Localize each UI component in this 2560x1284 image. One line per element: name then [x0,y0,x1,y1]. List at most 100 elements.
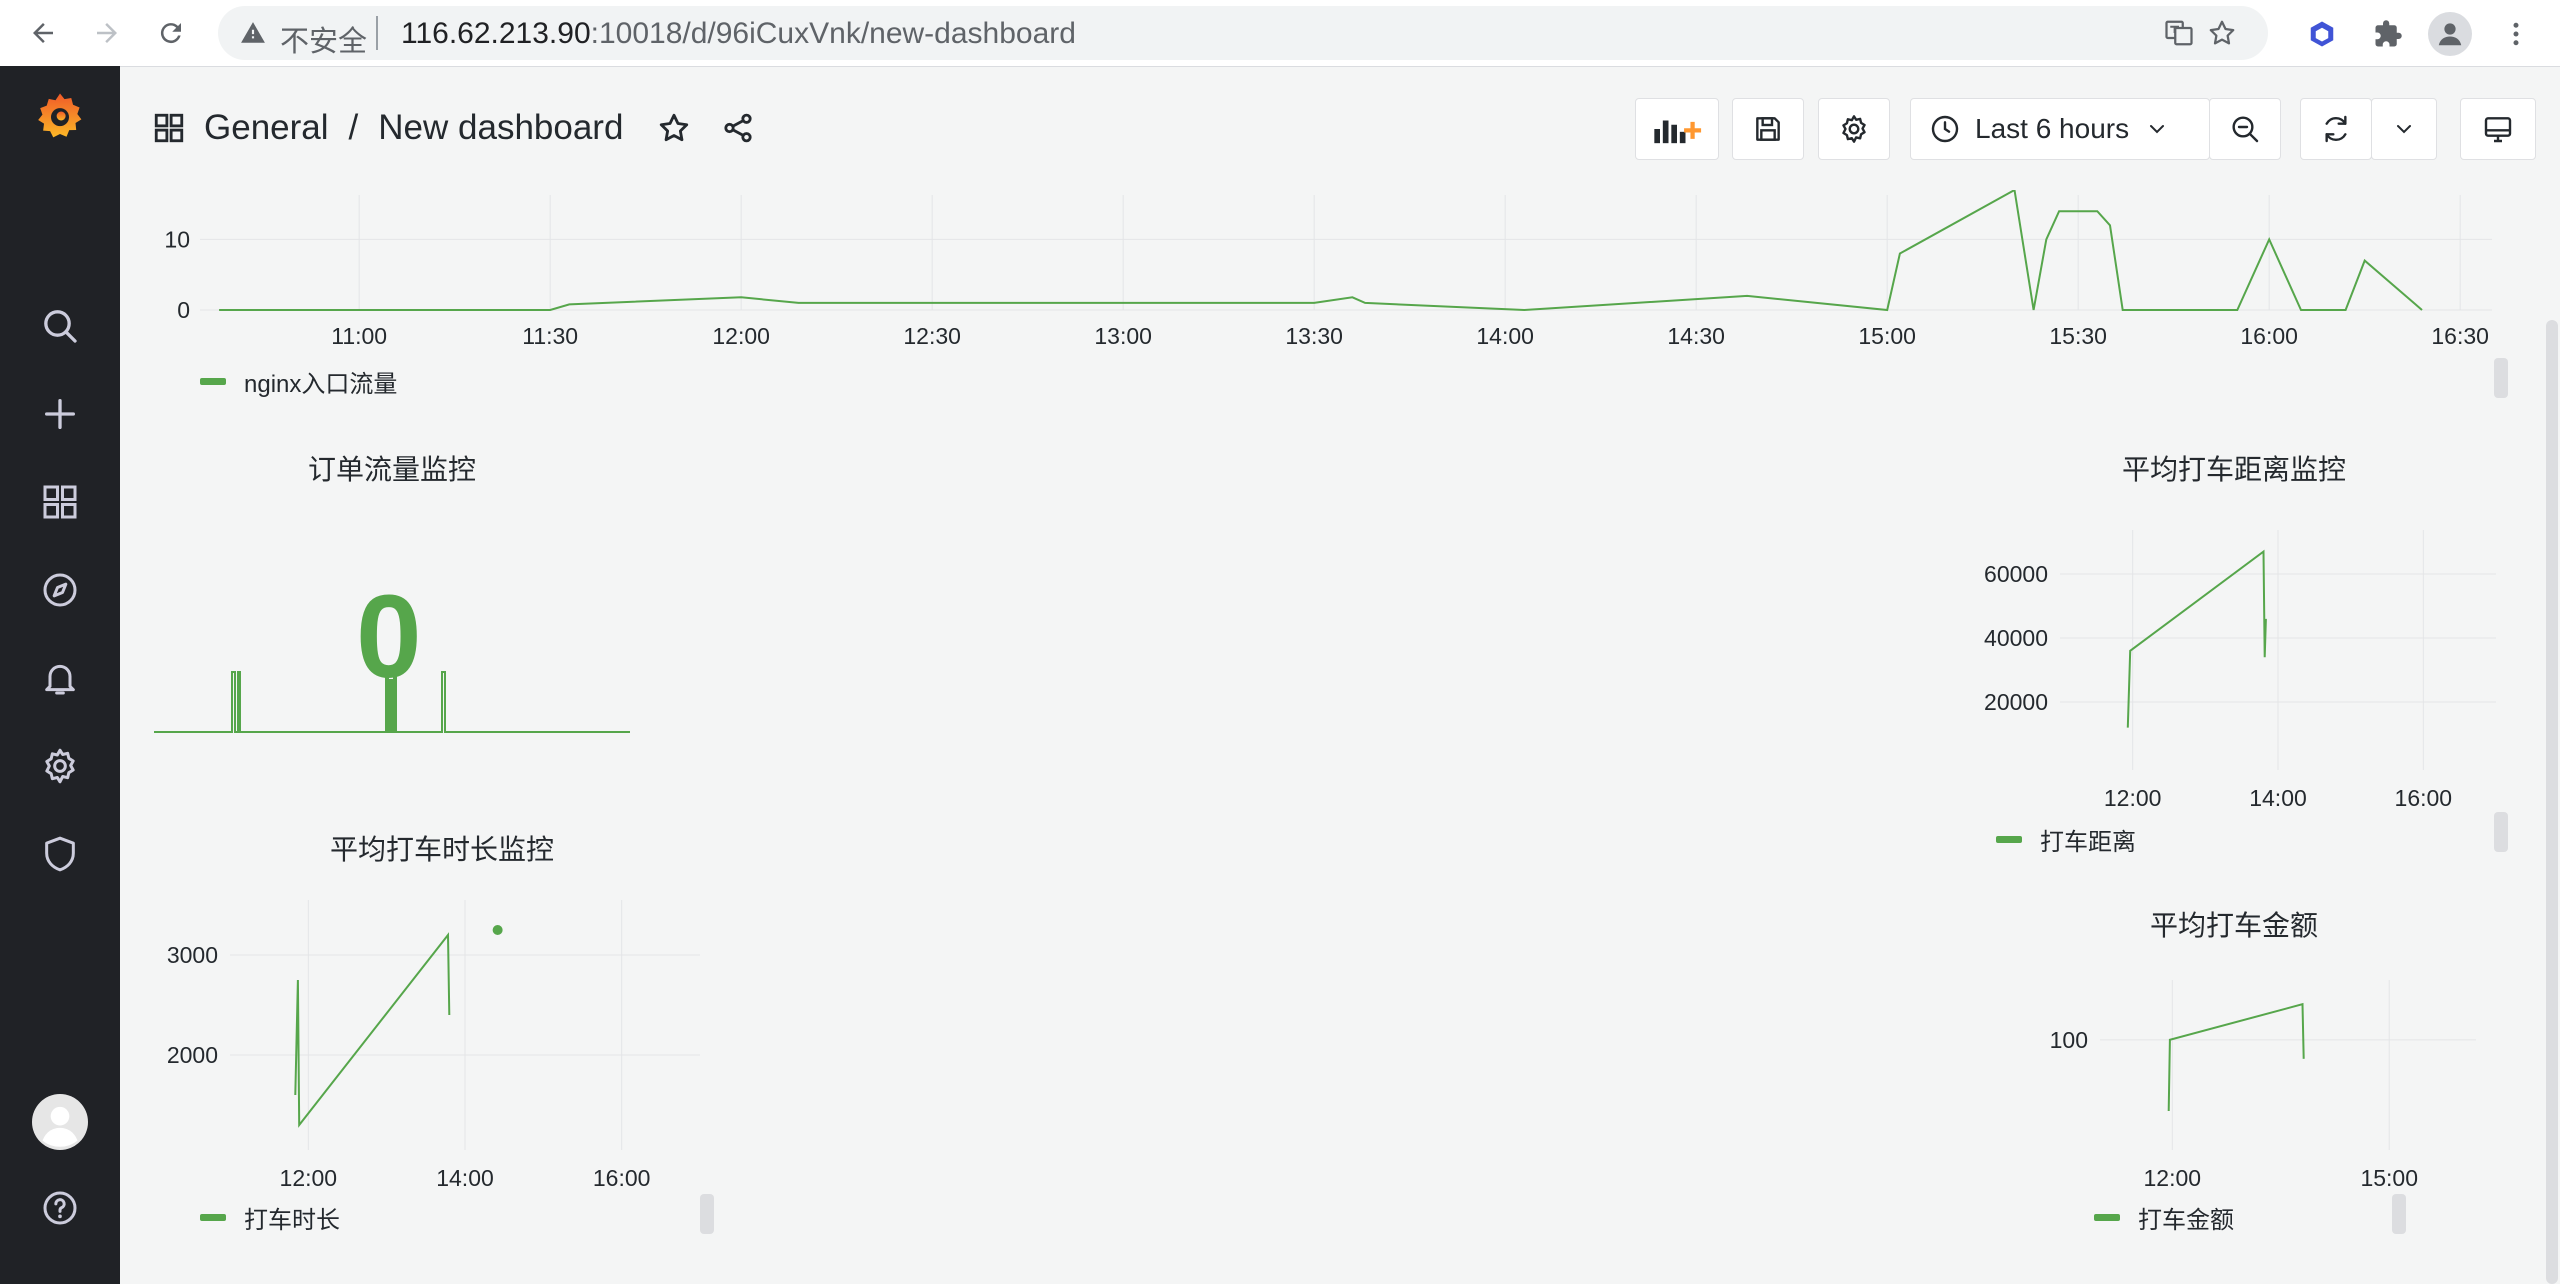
panel-scrollbar[interactable] [700,1194,714,1234]
bell-icon[interactable] [30,648,90,708]
profile-avatar-icon[interactable] [2428,12,2472,56]
browser-menu-icon[interactable] [2494,12,2538,56]
search-icon[interactable] [30,296,90,356]
distance-chart[interactable]: 20000 40000 60000 12:00 14:00 16:00 [1940,520,2500,820]
x-tick-label: 12:00 [2104,785,2162,811]
tv-mode-button[interactable] [2460,98,2536,160]
x-tick-label: 16:00 [593,1165,651,1190]
extension-cube-icon[interactable] [2300,12,2344,56]
distance-legend[interactable]: 打车距离 [1996,822,2136,857]
dashboards-grid-icon[interactable] [30,472,90,532]
refresh-interval-button[interactable] [2371,98,2437,160]
x-tick-label: 16:00 [2240,323,2298,349]
translate-icon[interactable] [2162,16,2196,50]
reload-icon [160,23,181,44]
dashboard-settings-button[interactable] [1818,98,1890,160]
grafana-logo-icon[interactable] [30,86,90,146]
duration-chart[interactable]: 2000 3000 12:00 14:00 16:00 [150,900,710,1190]
plus-icon[interactable] [30,384,90,444]
time-range-label: Last 6 hours [1975,113,2130,144]
help-icon[interactable] [30,1178,90,1238]
orders-panel-title[interactable]: 订单流量监控 [308,448,476,488]
x-tick-label: 14:30 [1667,323,1725,349]
page-scrollbar[interactable] [2546,320,2558,1284]
x-tick-label: 13:30 [1285,323,1343,349]
add-panel-button[interactable] [1635,98,1719,160]
chevron-down-icon [2150,125,2165,134]
amount-legend[interactable]: 打车金额 [2094,1200,2234,1235]
browser-toolbar: 不安全 116.62.213.90:10018/d/96iCuxVnk/new-… [0,0,2560,67]
address-bar[interactable]: 不安全 116.62.213.90:10018/d/96iCuxVnk/new-… [218,6,2268,60]
x-tick-label: 14:00 [436,1165,494,1190]
duration-legend-label: 打车时长 [244,1207,340,1234]
amount-panel-title[interactable]: 平均打车金额 [2150,904,2318,944]
y-tick-label: 10 [164,226,190,252]
duration-legend[interactable]: 打车时长 [200,1200,340,1235]
url-host: 116.62.213.90 [401,17,591,50]
series-line [2167,1002,2305,1112]
refresh-button[interactable] [2300,98,2372,160]
reload-button[interactable] [148,10,194,56]
refresh-icon [2325,115,2347,143]
x-tick-label: 11:00 [331,323,387,349]
panel-scrollbar[interactable] [2494,358,2508,398]
y-tick-label: 20000 [1984,689,2048,715]
nginx-legend[interactable]: nginx入口流量 [200,364,397,399]
x-tick-label: 12:00 [2144,1165,2202,1190]
bookmark-star-icon[interactable] [2205,16,2239,50]
forward-button[interactable] [84,10,130,56]
breadcrumb: General / New dashboard [152,108,755,148]
share-icon[interactable] [721,111,755,145]
back-button[interactable] [20,10,66,56]
x-tick-label: 16:00 [2395,785,2453,811]
nginx-legend-label: nginx入口流量 [244,371,398,398]
y-tick-label: 0 [177,297,190,323]
zoom-out-icon [2232,116,2259,143]
time-picker-button[interactable]: Last 6 hours [1910,98,2210,160]
security-label: 不安全 [280,26,368,58]
duration-panel-title[interactable]: 平均打车时长监控 [330,828,554,868]
add-panel-icon [1654,120,1702,144]
clock-icon [1931,115,1959,143]
x-tick-label: 15:00 [1858,323,1916,349]
data-point [492,925,503,935]
x-tick-label: 16:30 [2431,323,2489,349]
url-text: 116.62.213.90:10018/d/96iCuxVnk/new-dash… [401,17,1076,51]
x-tick-label: 12:00 [712,323,770,349]
y-tick-label: 3000 [167,942,218,968]
distance-panel-title[interactable]: 平均打车距离监控 [2122,448,2346,488]
zoom-out-button[interactable] [2209,98,2281,160]
dashboards-grid-icon [154,113,184,143]
star-icon[interactable] [657,111,691,145]
nginx-traffic-chart[interactable]: 0 10 11:00 11:30 12:00 12:30 13:00 13:30 14:00 1… [120,190,2500,360]
dashboard-title[interactable]: New dashboard [378,108,623,148]
x-tick-label: 12:00 [280,1165,338,1190]
compass-icon[interactable] [30,560,90,620]
side-menu [0,66,120,1284]
save-dashboard-button[interactable] [1732,98,1804,160]
x-tick-label: 14:00 [2249,785,2307,811]
user-avatar[interactable] [30,1092,90,1152]
folder-link[interactable]: General [204,108,329,148]
series-line [2126,549,2267,728]
shield-icon[interactable] [30,824,90,884]
panel-scrollbar[interactable] [2494,812,2508,852]
extensions-puzzle-icon[interactable] [2366,12,2410,56]
distance-legend-label: 打车距离 [2040,829,2136,856]
divider [376,16,378,50]
gear-icon[interactable] [30,736,90,796]
y-tick-label: 60000 [1984,561,2048,587]
panel-scrollbar[interactable] [2392,1194,2406,1234]
breadcrumb-separator: / [348,108,359,147]
orders-stat-value: 0 [356,571,422,703]
warning-icon [241,22,265,43]
arrow-right-icon [97,23,117,43]
amount-chart[interactable]: 100 12:00 15:00 [2040,980,2480,1190]
legend-swatch [1996,836,2022,843]
save-icon [1756,117,1780,141]
x-tick-label: 15:30 [2049,323,2107,349]
y-tick-label: 100 [2050,1027,2088,1053]
nginx-series-line [219,190,2423,312]
x-tick-label: 13:00 [1094,323,1152,349]
y-tick-label: 2000 [167,1042,218,1068]
